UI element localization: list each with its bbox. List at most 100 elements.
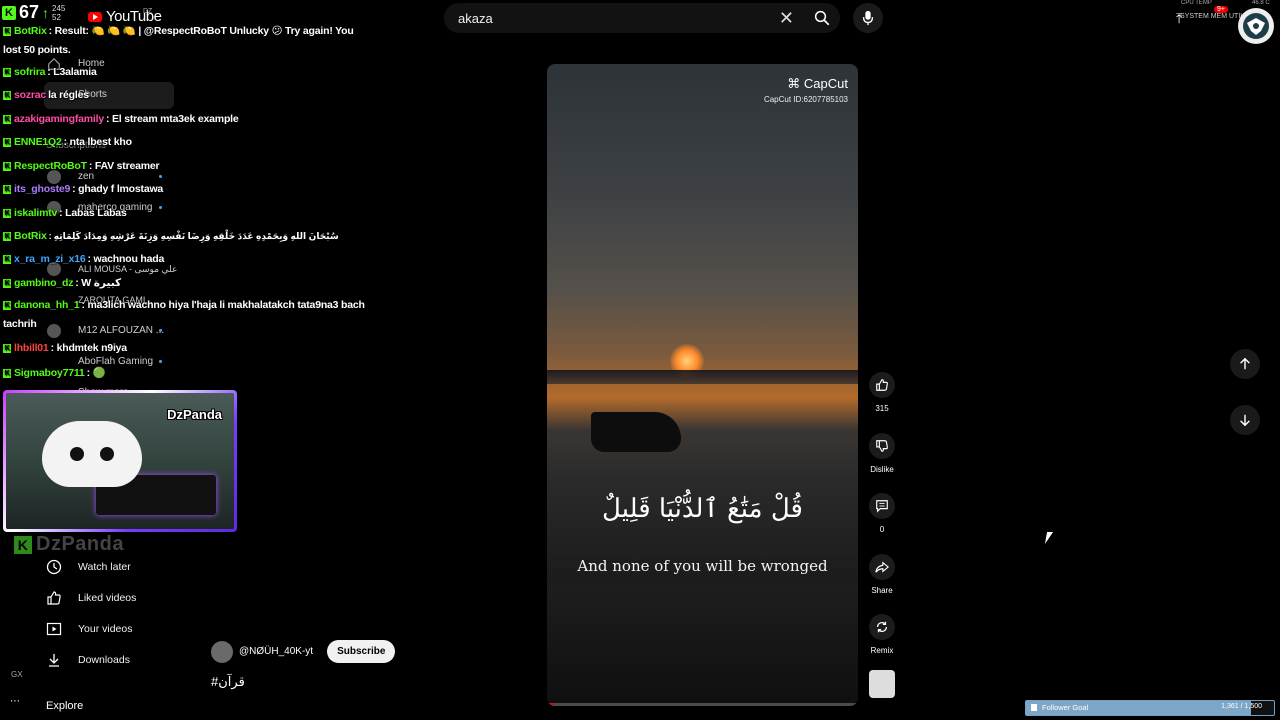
kick-logo-icon: K — [2, 5, 16, 20]
notification-badge: 9+ — [1214, 6, 1228, 13]
sidebar-item-downloads[interactable]: Downloads — [78, 654, 130, 666]
chat-user: gambino_dz — [14, 277, 74, 289]
video-english-caption: And none of you will be wronged — [577, 557, 828, 575]
chat-user: its_ghoste9 — [14, 183, 71, 195]
chat-message: Kgambino_dz: W كبيرة — [3, 277, 121, 289]
channel-avatar[interactable] — [211, 640, 233, 663]
video-hashtag[interactable]: #قرآن — [211, 674, 245, 690]
sidebar-item-your-videos[interactable]: Your videos — [78, 623, 132, 635]
chat-text: : nta lbest kho — [63, 136, 132, 148]
share-action[interactable]: Share — [869, 554, 895, 595]
shore-image — [547, 584, 858, 706]
chat-text: : 🟢 — [86, 367, 106, 379]
chat-user: azakigamingfamily — [14, 113, 104, 125]
subscribe-button[interactable]: Subscribe — [327, 640, 396, 663]
chat-user: BotRix — [14, 230, 47, 242]
arrow-down-icon — [1240, 414, 1250, 427]
share-button[interactable] — [869, 554, 895, 580]
chat-user: BotRix — [14, 25, 47, 37]
chat-text: : L3alamia — [47, 66, 97, 78]
chat-user: lhbill01 — [14, 342, 49, 354]
follower-goal-widget: Follower Goal 1,361 / 1,500 — [1025, 700, 1275, 716]
remix-button[interactable] — [869, 614, 895, 640]
cpu-temp-label: CPU TEMP — [1181, 0, 1212, 6]
like-button[interactable] — [869, 372, 895, 398]
sidebar-sub-2[interactable]: ALI MOUSA - علي موسى — [78, 264, 177, 275]
microphone-icon — [862, 10, 874, 26]
like-count: 315 — [875, 404, 889, 413]
chat-user: RespectRoBoT — [14, 160, 87, 172]
search-input[interactable] — [456, 9, 771, 27]
download-icon — [49, 654, 59, 667]
remix-action[interactable]: Remix — [869, 614, 895, 655]
capcut-watermark: ⌘ CapCut CapCut ID:6207785103 — [764, 76, 848, 104]
previous-short-button[interactable] — [1230, 349, 1260, 379]
chat-text: : Labas Labas — [59, 207, 127, 219]
chat-text: : khdmtek n9iya — [50, 342, 128, 354]
chat-text: : Result: 🍋 🍋 🍋 | @RespectRoBoT Unlucky … — [3, 25, 354, 56]
capcut-brand-text: CapCut — [803, 76, 848, 91]
webcam-overlay: DzPanda — [3, 390, 237, 532]
video-progress-fill — [547, 703, 554, 706]
clear-icon[interactable]: ✕ — [779, 8, 794, 29]
sidebar-item-liked-videos[interactable]: Liked videos — [78, 592, 136, 604]
mouse-cursor — [1044, 532, 1054, 544]
new-content-dot — [159, 175, 162, 178]
chat-user: sofrira — [14, 66, 46, 78]
channel-name[interactable]: @NØÜH_40K-yt — [239, 646, 313, 657]
sidebar-item-watch-later[interactable]: Watch later — [78, 561, 131, 573]
more-options-icon[interactable]: ⋯ — [10, 696, 20, 707]
webcam-name-label: DzPanda — [167, 407, 222, 422]
new-content-dot — [159, 206, 162, 209]
boat-image — [591, 412, 681, 452]
kick-badge-icon: K — [3, 254, 11, 264]
audio-thumbnail[interactable] — [869, 670, 895, 698]
dislike-action[interactable]: Dislike — [869, 433, 895, 474]
kick-badge-icon: K — [3, 208, 11, 218]
chat-user: danona_hh_1 — [14, 299, 80, 311]
channel-info: @NØÜH_40K-yt Subscribe — [211, 640, 396, 663]
up-arrow-icon: ↑ — [42, 4, 50, 21]
country-code: DZ — [143, 8, 153, 15]
comments-action[interactable]: 0 — [869, 493, 895, 534]
kick-badge-icon: K — [3, 278, 11, 288]
kick-badge-icon: K — [3, 300, 11, 310]
channel-avatar — [47, 170, 61, 184]
kick-badge-icon: K — [3, 161, 11, 171]
chat-message: Kx_ra_m_zi_x16: wachnou hada — [3, 253, 164, 265]
chat-text: : سُبْحَانَ اللهِ وَبِحَمْدِهِ عَدَدَ خَ… — [48, 231, 339, 241]
kick-badge-icon: K — [3, 137, 11, 147]
share-label: Share — [871, 586, 893, 595]
chat-text: la régles — [48, 89, 89, 101]
search-button[interactable] — [806, 3, 838, 33]
chat-message: Kazakigamingfamily: El stream mta3ek exa… — [3, 113, 239, 125]
thumbs-up-icon — [876, 379, 888, 391]
new-content-dot — [159, 360, 162, 363]
follower-goal-count: 1,361 / 1,500 — [1221, 703, 1262, 710]
chat-text: : wachnou hada — [87, 253, 165, 265]
dislike-button[interactable] — [869, 433, 895, 459]
like-action[interactable]: 315 — [869, 372, 895, 413]
mask-eye — [100, 447, 114, 461]
emblem-icon — [1243, 13, 1269, 39]
comments-button[interactable] — [869, 493, 895, 519]
sidebar-sub-0[interactable]: zen — [78, 171, 94, 182]
chat-user: ENNE1Q2 — [14, 136, 62, 148]
upload-icon[interactable]: ⤒ — [1176, 10, 1182, 27]
sidebar-section-explore: Explore — [46, 700, 84, 712]
watermark-text: DzPanda — [36, 533, 124, 555]
chat-message: K BotRix: Result: 🍋 🍋 🍋 | @RespectRoBoT U… — [3, 22, 373, 60]
next-short-button[interactable] — [1230, 405, 1260, 435]
system-mem-label: SYSTEM MEM UTIL — [1180, 13, 1245, 20]
voice-search-button[interactable] — [853, 3, 883, 33]
chat-text: : W كبيرة — [75, 277, 122, 289]
horizon-image — [547, 370, 858, 384]
thumbs-down-icon — [876, 440, 888, 452]
kick-badge-icon: K — [3, 343, 11, 353]
mask-eye — [70, 447, 84, 461]
temp-readout: 46.8 C — [1252, 0, 1270, 6]
video-progress-bar[interactable] — [547, 703, 858, 706]
account-avatar[interactable] — [1238, 8, 1274, 44]
search-box[interactable]: ✕ — [444, 3, 840, 33]
shorts-video-player[interactable]: ⌘ CapCut CapCut ID:6207785103 قُلْ مَتَٰ… — [547, 64, 858, 706]
